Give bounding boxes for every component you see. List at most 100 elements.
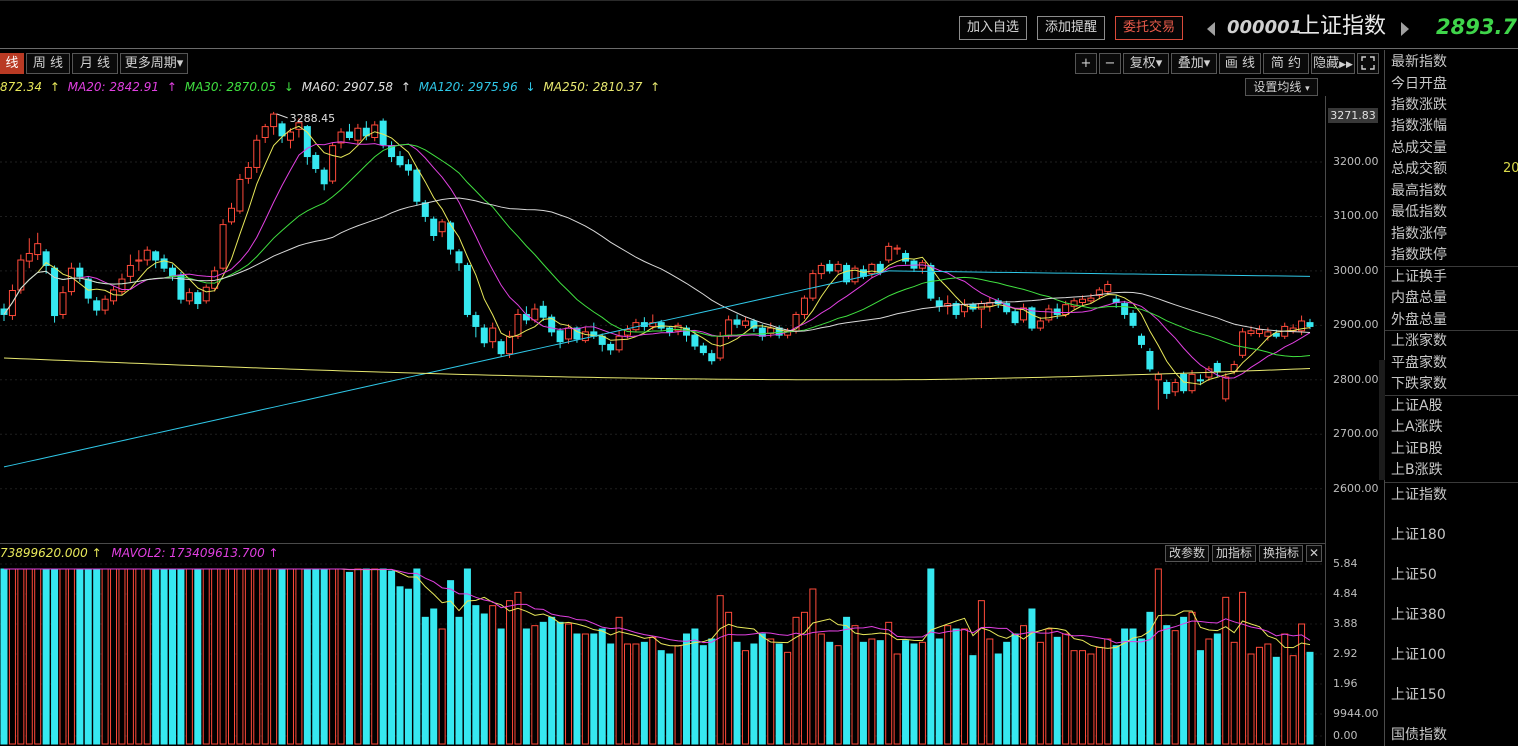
candle-up <box>834 261 842 274</box>
volume-bar-up <box>1205 638 1213 745</box>
candle-body <box>110 289 118 302</box>
candle-up <box>1239 328 1247 359</box>
price-tick-label: 3000.00 <box>1333 263 1379 277</box>
candle-body <box>868 263 876 275</box>
candle-up <box>25 238 33 269</box>
volume-bar-up <box>8 568 16 745</box>
volume-bar-up <box>59 568 67 745</box>
quote-field-label[interactable]: 上证100 <box>1391 645 1446 665</box>
prev-stock-icon[interactable] <box>1207 22 1215 36</box>
candle-down <box>548 314 556 337</box>
volume-bar-down <box>93 568 101 745</box>
volume-bar-up <box>126 568 134 745</box>
quote-field-label[interactable]: 国债指数 <box>1391 725 1447 745</box>
volume-chart[interactable] <box>0 544 1326 746</box>
candle-up <box>986 297 994 312</box>
zoom-in-button[interactable]: + <box>1075 53 1097 74</box>
candle-down <box>396 151 404 168</box>
candle-up <box>261 123 269 143</box>
add-alert-button[interactable]: 添加提醒 <box>1037 16 1106 40</box>
peak-label: 3288.45 <box>290 112 336 125</box>
candle-down <box>447 220 455 255</box>
simple-mode-button[interactable]: 简 约 <box>1263 53 1309 74</box>
volume-bar-up <box>944 625 952 745</box>
candle-body <box>708 353 716 362</box>
candle-body <box>1163 382 1171 394</box>
volume-bar-up <box>1045 628 1053 745</box>
volume-bar-up <box>1188 611 1196 745</box>
volume-bar-down <box>1129 628 1137 745</box>
candle-body <box>733 319 741 325</box>
ma30-line <box>3 143 1311 358</box>
candle-down <box>556 328 564 349</box>
quote-field-label[interactable]: 上证380 <box>1391 605 1446 625</box>
candle-body <box>76 267 84 277</box>
stock-name: 上证指数 <box>1298 14 1387 39</box>
add-indicator-button[interactable]: 加指标 <box>1212 545 1256 562</box>
candle-body <box>817 264 825 275</box>
overlay-dropdown[interactable]: 叠加▾ <box>1171 53 1217 74</box>
volume-bar-up <box>565 623 573 745</box>
candle-up <box>354 123 362 145</box>
hide-panel-button[interactable]: 隐藏▶▶ <box>1311 53 1355 74</box>
switch-indicator-button[interactable]: 换指标 <box>1259 545 1303 562</box>
period-month-tab[interactable]: 月 线 <box>72 53 118 74</box>
stock-price: 2893.76 <box>1436 15 1518 39</box>
quote-field-label[interactable]: 上证180 <box>1391 525 1446 545</box>
add-watchlist-button[interactable]: 加入自选 <box>959 16 1028 40</box>
adjust-dropdown[interactable]: 复权▾ <box>1123 53 1169 74</box>
volume-bar-up <box>615 616 623 745</box>
candle-up <box>118 273 126 296</box>
candle-up <box>126 254 134 282</box>
volume-bar-up <box>286 568 294 745</box>
volume-bar-up <box>1079 650 1087 745</box>
period-day-tab[interactable]: 线 <box>0 53 24 74</box>
zoom-out-button[interactable]: − <box>1099 53 1121 74</box>
quote-field-label: 上A涨跌 <box>1391 419 1443 435</box>
next-stock-icon[interactable] <box>1401 22 1409 36</box>
trade-button[interactable]: 委托交易 <box>1115 16 1184 40</box>
price-tick-label: 2600.00 <box>1333 481 1379 495</box>
set-ma-dropdown[interactable]: 设置均线 ▾ <box>1245 78 1318 96</box>
quote-field-label[interactable]: 上证指数 <box>1391 485 1447 505</box>
volume-bar-up <box>337 568 345 745</box>
candle-body <box>345 131 353 138</box>
close-icon[interactable]: ✕ <box>1306 545 1322 562</box>
candle-body <box>1146 350 1154 370</box>
candle-up <box>253 134 261 173</box>
candlestick-chart[interactable]: 3288.45 <box>0 96 1326 544</box>
price-axis: 3200.00 3100.00 3000.00 2900.00 2800.00 2700.… <box>1327 96 1383 544</box>
candle-body <box>194 292 202 305</box>
volume-bar-down <box>463 568 471 745</box>
volume-bar-down <box>320 568 328 745</box>
volume-bar-up <box>219 568 227 745</box>
draw-line-button[interactable]: 画 线 <box>1219 53 1261 74</box>
candle-body <box>261 126 269 138</box>
candle-body <box>893 247 901 250</box>
candle-down <box>1163 379 1171 399</box>
volume-bar-up <box>1281 633 1289 745</box>
candle-down <box>320 167 328 191</box>
volume-bar-up <box>371 568 379 745</box>
volume-tick-label: 4.84 <box>1333 587 1358 600</box>
candle-body <box>185 292 193 302</box>
period-week-tab[interactable]: 周 线 <box>26 53 70 74</box>
candle-body <box>253 139 261 168</box>
quote-field-label[interactable]: 上证150 <box>1391 685 1446 705</box>
volume-bar-down <box>1003 641 1011 745</box>
candle-down <box>194 289 202 310</box>
candle-body <box>1255 329 1263 335</box>
candle-body <box>1079 298 1087 303</box>
panel-collapse-handle[interactable] <box>1379 360 1385 480</box>
candle-up <box>227 202 235 225</box>
candle-down <box>480 324 488 348</box>
expand-icon[interactable] <box>1357 53 1379 74</box>
candle-body <box>480 327 488 344</box>
volume-bar-up <box>674 645 682 745</box>
more-periods-dropdown[interactable]: 更多周期▾ <box>120 53 188 74</box>
change-params-button[interactable]: 改参数 <box>1165 545 1209 562</box>
candle-up <box>219 219 227 271</box>
candle-down <box>42 249 50 274</box>
candle-body <box>447 222 455 250</box>
quote-field-label[interactable]: 上证50 <box>1391 565 1437 585</box>
